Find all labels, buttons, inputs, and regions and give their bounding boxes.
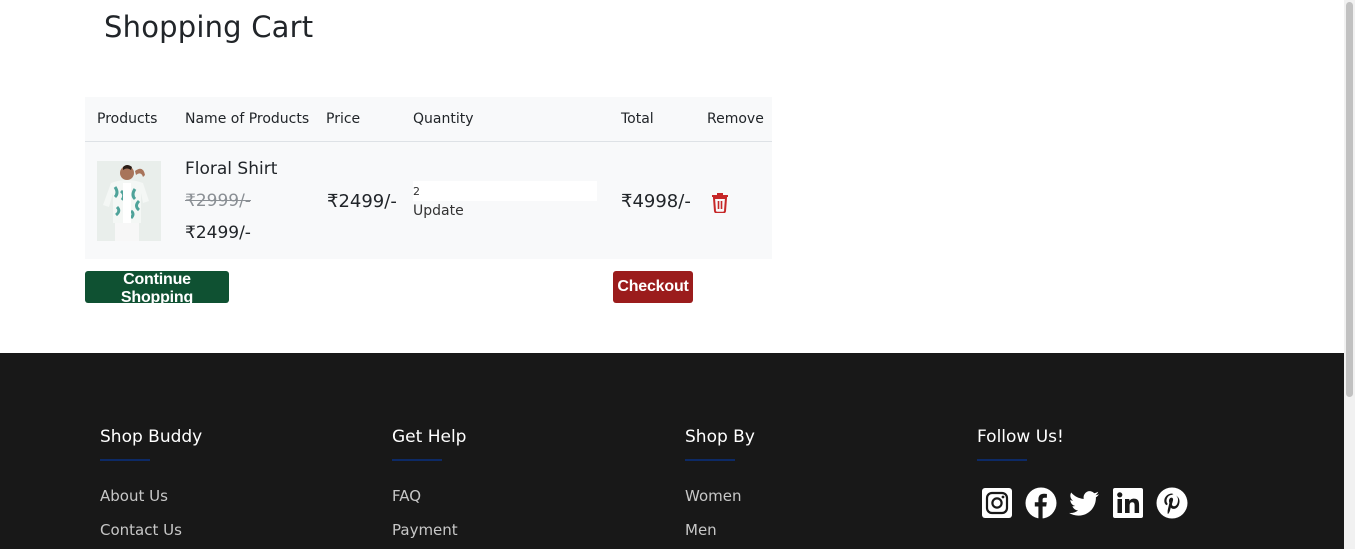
facebook-link[interactable]	[1025, 487, 1057, 519]
footer-link-faq[interactable]: FAQ	[392, 487, 421, 505]
facebook-icon	[1025, 487, 1057, 519]
pinterest-link[interactable]	[1156, 487, 1188, 519]
scrollbar-thumb[interactable]	[1346, 2, 1353, 397]
product-total: ₹4998/-	[621, 191, 691, 212]
product-original-price: ₹2999/-	[185, 191, 251, 211]
continue-shopping-button[interactable]: Continue Shopping	[85, 271, 229, 306]
footer-link-contact-us[interactable]: Contact Us	[100, 521, 182, 539]
col-quantity: Quantity	[413, 111, 474, 127]
product-image[interactable]	[97, 161, 161, 241]
footer-column-shop-by: Shop By	[685, 427, 755, 461]
remove-button[interactable]	[709, 191, 731, 214]
instagram-icon	[982, 488, 1012, 518]
update-button[interactable]: Update	[413, 203, 464, 219]
col-total: Total	[621, 111, 654, 127]
footer-column-get-help: Get Help	[392, 427, 466, 461]
footer-link-men[interactable]: Men	[685, 521, 717, 539]
footer-heading-underline	[392, 459, 442, 461]
col-name: Name of Products	[185, 111, 310, 127]
col-remove: Remove	[707, 111, 764, 127]
vertical-scrollbar[interactable]	[1344, 0, 1355, 549]
footer-column-follow-us: Follow Us!	[977, 427, 1064, 461]
footer-heading: Follow Us!	[977, 427, 1064, 447]
footer-heading-underline	[685, 459, 735, 461]
linkedin-link[interactable]	[1112, 487, 1144, 519]
instagram-link[interactable]	[981, 487, 1013, 519]
footer-heading: Shop By	[685, 427, 755, 447]
page: Shopping Cart Products Name of Products …	[0, 0, 1355, 549]
footer-heading-underline	[100, 459, 150, 461]
footer-heading-underline	[977, 459, 1027, 461]
table-header: Products Name of Products Price Quantity…	[85, 97, 772, 142]
checkout-button[interactable]: Checkout	[613, 271, 693, 303]
footer-heading: Get Help	[392, 427, 467, 447]
pinterest-icon	[1156, 487, 1188, 519]
col-products: Products	[97, 111, 158, 127]
twitter-link[interactable]	[1068, 487, 1100, 519]
quantity-input[interactable]	[413, 181, 597, 201]
footer-column-shop-buddy: Shop Buddy	[100, 427, 202, 461]
linkedin-icon	[1113, 488, 1143, 518]
cart-table: Products Name of Products Price Quantity…	[85, 97, 772, 259]
twitter-icon	[1069, 491, 1099, 516]
col-price: Price	[326, 111, 361, 127]
footer-heading: Shop Buddy	[100, 427, 203, 447]
product-name[interactable]: Floral Shirt	[185, 159, 277, 179]
trash-icon	[712, 193, 728, 214]
page-title: Shopping Cart	[104, 10, 314, 44]
product-discounted-price: ₹2499/-	[185, 223, 251, 243]
shirt-model-image	[97, 161, 161, 241]
product-price: ₹2499/-	[327, 191, 397, 212]
footer: Shop Buddy About Us Contact Us Get Help …	[0, 353, 1344, 549]
footer-link-women[interactable]: Women	[685, 487, 741, 505]
footer-link-about-us[interactable]: About Us	[100, 487, 168, 505]
footer-link-payment[interactable]: Payment	[392, 521, 458, 539]
